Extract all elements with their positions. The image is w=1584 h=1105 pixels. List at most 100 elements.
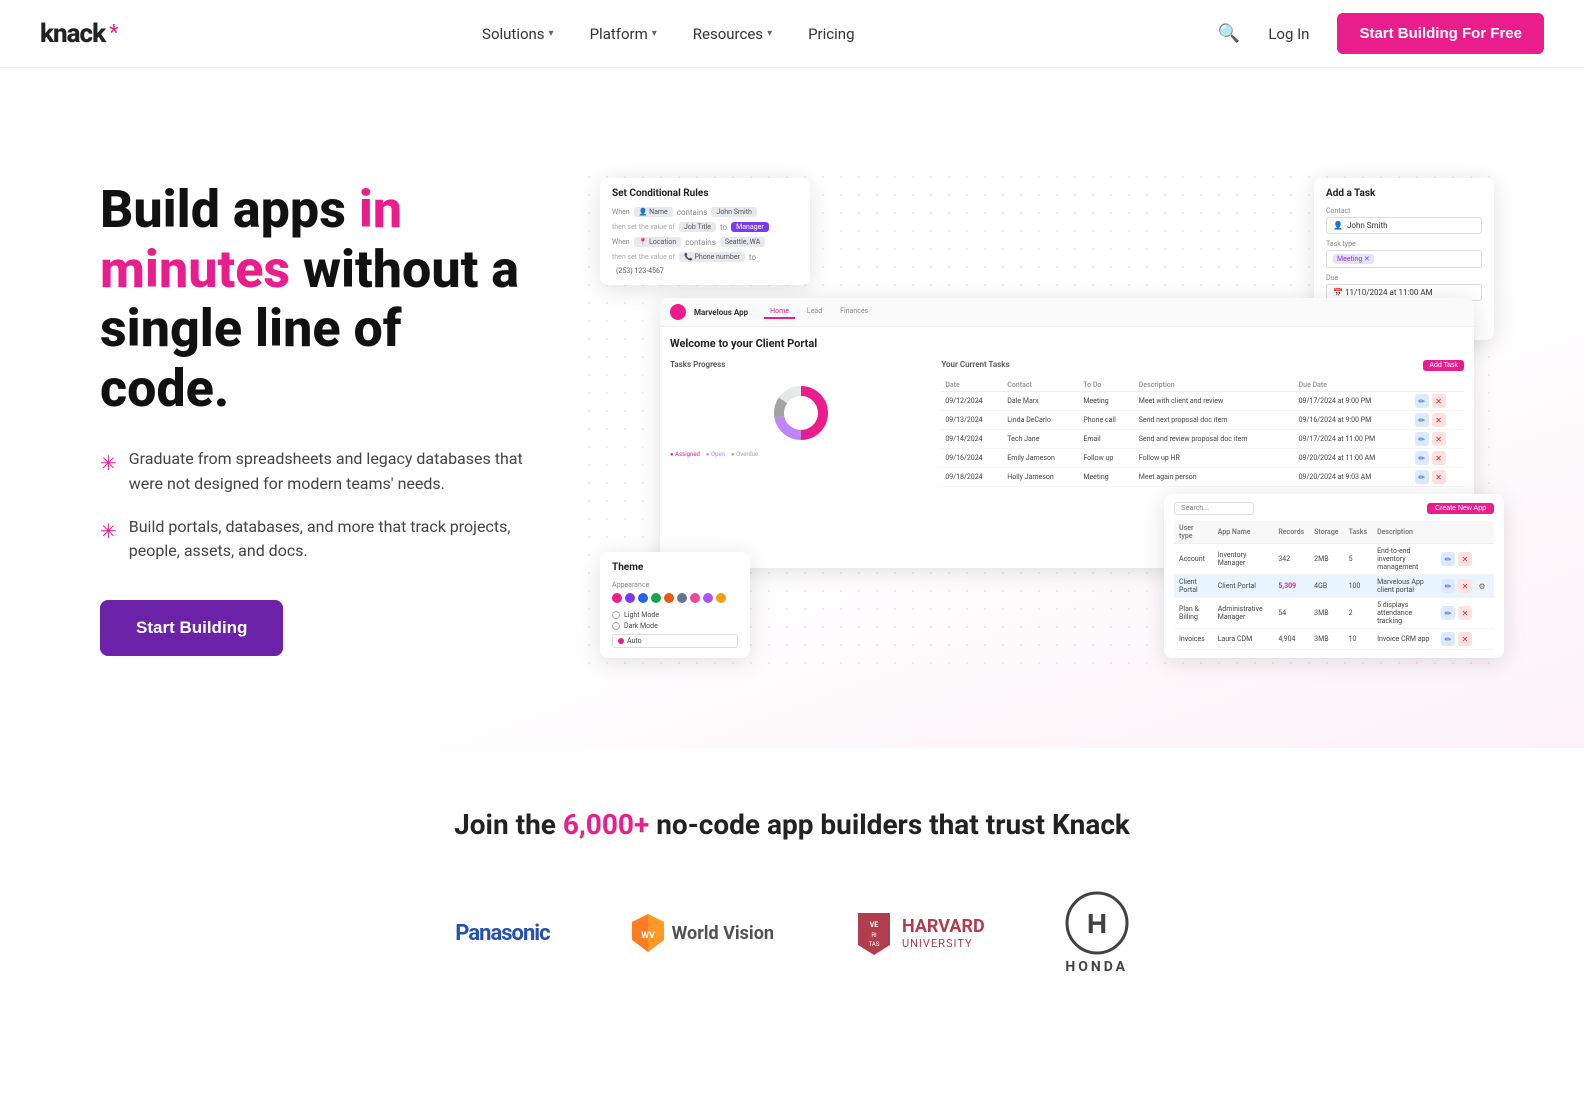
nav-resources[interactable]: Resources ▾	[679, 17, 786, 51]
search-icon[interactable]: 🔍	[1218, 23, 1240, 44]
login-button[interactable]: Log In	[1256, 17, 1321, 51]
theme-appearance-label: Appearance	[612, 581, 738, 589]
start-building-cta-button[interactable]: Start Building For Free	[1337, 13, 1544, 54]
theme-auto-label: Auto	[627, 637, 642, 645]
edit-icon[interactable]: ✏	[1415, 470, 1429, 484]
trust-section: Join the 6,000+ no-code app builders tha…	[0, 748, 1584, 1015]
honda-logo: H HONDA	[1065, 891, 1129, 975]
portal-tab-finances[interactable]: Finances	[834, 305, 874, 319]
rule-row-1: When 👤 Name contains John Smith	[612, 207, 798, 217]
platform-chevron-icon: ▾	[652, 28, 657, 39]
delete-icon[interactable]: ✕	[1458, 552, 1472, 566]
portal-content-row: Tasks Progress	[670, 360, 1464, 487]
create-new-app-button[interactable]: Create New App	[1427, 503, 1494, 514]
color-palette	[612, 593, 738, 603]
table-row: 09/18/2024Holly JamesonMeetingMeet again…	[941, 468, 1464, 487]
dark-mode-radio[interactable]	[612, 622, 620, 630]
color-dot-pink[interactable]	[612, 593, 622, 603]
logo[interactable]: knack *	[40, 19, 119, 49]
delete-icon[interactable]: ✕	[1432, 451, 1446, 465]
edit-icon[interactable]: ✏	[1415, 413, 1429, 427]
edit-icon[interactable]: ✏	[1415, 394, 1429, 408]
hero-title-part1: Build apps	[100, 179, 359, 240]
dark-mode-label: Dark Mode	[624, 622, 658, 630]
hero-screenshot: Set Conditional Rules When 👤 Name contai…	[580, 168, 1504, 668]
panasonic-logo: Panasonic	[455, 921, 549, 946]
conditional-rules-card: Set Conditional Rules When 👤 Name contai…	[600, 178, 810, 285]
world-vision-shield-icon: WV	[630, 912, 666, 954]
trust-title: Join the 6,000+ no-code app builders tha…	[40, 808, 1544, 841]
trust-title-part2: no-code app builders that trust Knack	[649, 808, 1130, 841]
svg-text:VE: VE	[870, 921, 879, 929]
settings-icon[interactable]: ⚙	[1475, 579, 1489, 593]
color-dot-amber[interactable]	[716, 593, 726, 603]
table-search-input[interactable]	[1174, 502, 1254, 515]
start-building-hero-button[interactable]: Start Building	[100, 600, 283, 656]
theme-light-option[interactable]: Light Mode	[612, 611, 738, 619]
current-tasks-title: Your Current Tasks	[941, 360, 1009, 369]
table-row: 09/16/2024Emily JamesonFollow upFollow u…	[941, 449, 1464, 468]
color-dot-purple[interactable]	[625, 593, 635, 603]
trust-title-part1: Join the	[454, 808, 563, 841]
delete-icon[interactable]: ✕	[1432, 394, 1446, 408]
portal-tab-lead[interactable]: Lead	[801, 305, 828, 319]
add-task-table-button[interactable]: Add Task	[1423, 360, 1464, 371]
svg-text:WV: WV	[641, 931, 655, 941]
world-vision-logo: WV World Vision	[630, 912, 774, 954]
edit-icon[interactable]: ✏	[1441, 579, 1455, 593]
donut-legend: ● Assigned ● Open ● Overdue	[670, 451, 931, 458]
delete-icon[interactable]: ✕	[1432, 470, 1446, 484]
edit-icon[interactable]: ✏	[1415, 432, 1429, 446]
rules-card-title: Set Conditional Rules	[612, 188, 798, 199]
screenshot-container: Set Conditional Rules When 👤 Name contai…	[580, 168, 1504, 668]
light-mode-radio[interactable]	[612, 611, 620, 619]
nav-platform[interactable]: Platform ▾	[576, 17, 671, 51]
color-dot-green[interactable]	[651, 593, 661, 603]
color-dot-orange[interactable]	[664, 593, 674, 603]
nav-pricing[interactable]: Pricing	[794, 17, 868, 51]
edit-icon[interactable]: ✏	[1441, 606, 1455, 620]
nav-solutions[interactable]: Solutions ▾	[468, 17, 568, 51]
delete-icon[interactable]: ✕	[1458, 579, 1472, 593]
portal-logo-icon	[670, 304, 686, 320]
bullet-star-icon-1: ✳	[100, 448, 117, 479]
resources-chevron-icon: ▾	[767, 28, 772, 39]
logo-star: *	[109, 21, 118, 46]
color-dot-violet[interactable]	[703, 593, 713, 603]
logos-row: Panasonic WV World Vision VE RI TAS HARV…	[40, 891, 1544, 975]
color-dot-rose[interactable]	[690, 593, 700, 603]
hero-title: Build apps in minutes without a single l…	[100, 180, 540, 419]
hero-bullets: ✳ Graduate from spreadsheets and legacy …	[100, 447, 540, 564]
edit-icon[interactable]: ✏	[1441, 632, 1455, 646]
edit-icon[interactable]: ✏	[1441, 552, 1455, 566]
delete-icon[interactable]: ✕	[1432, 432, 1446, 446]
color-dot-blue[interactable]	[638, 593, 648, 603]
edit-icon[interactable]: ✏	[1415, 451, 1429, 465]
tasks-progress-section: Tasks Progress	[670, 360, 931, 487]
theme-card-title: Theme	[612, 562, 738, 573]
contact-icon: 👤	[1333, 221, 1343, 230]
theme-dark-option[interactable]: Dark Mode	[612, 622, 738, 630]
rule-row-1-action: then set the value of Job Title to Manag…	[612, 222, 798, 232]
delete-icon[interactable]: ✕	[1458, 632, 1472, 646]
solutions-chevron-icon: ▾	[549, 28, 554, 39]
portal-tabs: Home Lead Finances	[764, 305, 874, 319]
color-dot-slate[interactable]	[677, 593, 687, 603]
tasks-progress-title: Tasks Progress	[670, 360, 931, 369]
portal-app-name: Marvelous App	[694, 308, 748, 317]
current-tasks-section: Your Current Tasks Add Task Date Contact…	[941, 360, 1464, 487]
rule-row-2-action: then set the value of 📞 Phone number to	[612, 252, 798, 262]
theme-card: Theme Appearance Light Mode	[600, 552, 750, 658]
portal-nav: Marvelous App Home Lead Finances	[660, 298, 1474, 327]
table-row: 09/14/2024Tech JaneEmailSend and review …	[941, 430, 1464, 449]
harvard-sub-text: UNIVERSITY	[902, 937, 985, 950]
svg-text:TAS: TAS	[869, 941, 880, 948]
delete-icon[interactable]: ✕	[1458, 606, 1472, 620]
portal-tab-home[interactable]: Home	[764, 305, 795, 319]
harvard-shield-icon: VE RI TAS	[854, 909, 894, 957]
task-type-field: Task type Meeting ✕	[1326, 240, 1482, 268]
delete-icon[interactable]: ✕	[1432, 413, 1446, 427]
theme-auto-input[interactable]: Auto	[612, 634, 738, 648]
honda-text: HONDA	[1065, 959, 1128, 975]
task-due-field: Due 📅 11/10/2024 at 11:00 AM	[1326, 274, 1482, 301]
